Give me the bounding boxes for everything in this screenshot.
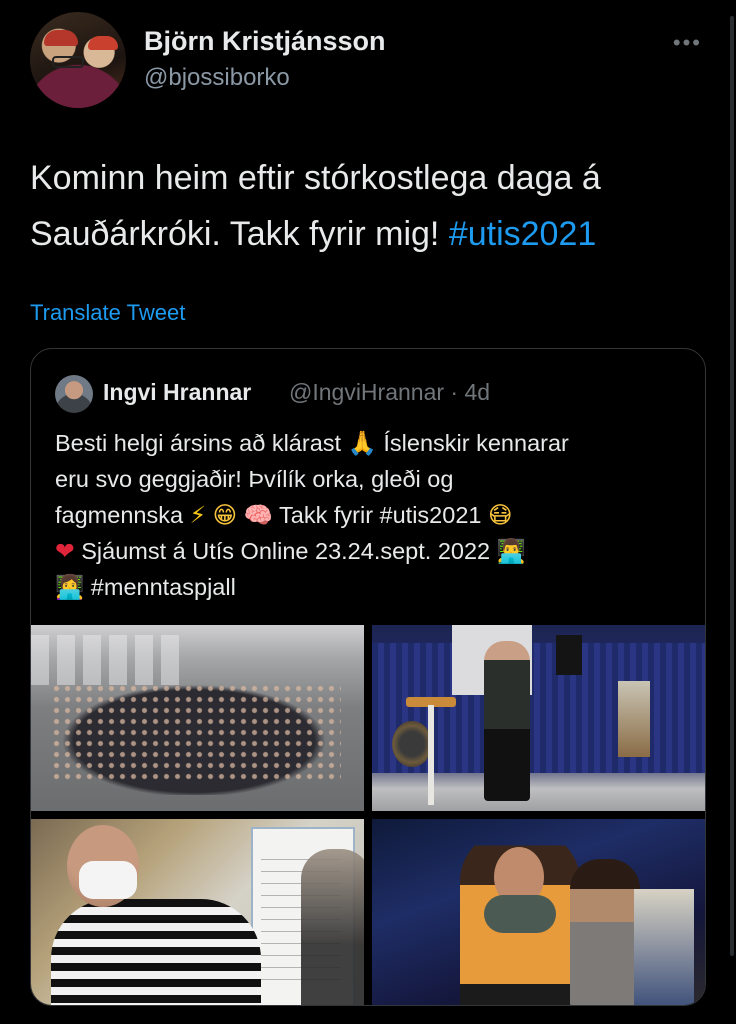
quoted-tweet-text: Besti helgi ársins að klárast 🙏 Íslenski… [55,425,685,605]
scrollbar[interactable] [730,16,734,956]
author-avatar[interactable] [30,12,126,108]
photo-poster [634,889,694,1005]
quote-line4: Sjáumst á Utís Online 23.24.sept. 2022 [81,538,491,564]
avatar-hat-left [44,30,78,46]
photo-loudspeaker [556,635,582,675]
woman-technologist-icon: 👩‍💻 [55,574,85,600]
photo-striped-shirt [51,899,261,1005]
quoted-author-avatar [55,375,93,413]
tweet-detail: Björn Kristjánsson @bjossiborko ••• Komi… [0,0,736,1024]
hashtag-link[interactable]: #utis2021 [449,215,596,253]
author-handle[interactable]: @bjossiborko [144,64,290,92]
tweet-text: Kominn heim eftir stórkostlega daga á Sa… [30,150,710,262]
lightning-icon: ⚡ [189,502,207,528]
mask-face-icon: 😷 [488,502,513,528]
quoted-author-name: Ingvi Hrannar [103,379,252,405]
quoted-author-handle-time: @IngviHrannar · 4d [289,379,491,405]
quote-line3b: Takk fyrir #utis2021 [279,502,482,528]
quoted-tweet-card[interactable]: Ingvi Hrannar @IngviHrannar · 4d Besti h… [30,348,706,1006]
photo-group-crowd[interactable] [31,625,364,811]
photo-face-mask [79,861,137,899]
brain-icon: 🧠 [243,502,273,528]
avatar-glasses [52,56,84,68]
quote-line1b: Íslenskir kennarar [383,430,569,456]
photo-woman-background [570,859,640,1005]
photo-speaker [484,641,530,801]
photo-banner [618,681,650,757]
quote-line1: Besti helgi ársins að klárast [55,430,342,456]
photo-speaker-stage[interactable] [372,625,705,811]
grinning-face-icon: 😁 [212,502,238,528]
praying-hands-icon: 🙏 [347,430,377,456]
avatar-hat-right [88,36,118,50]
photo-women-talking[interactable] [372,819,705,1005]
photo-scarf [484,895,556,933]
quote-line2: eru svo geggjaðir! Þvílík orka, gleði og [55,466,454,492]
quote-line3a: fagmennska [55,502,184,528]
translate-tweet-link[interactable]: Translate Tweet [30,300,185,326]
man-technologist-icon: 👨‍💻 [496,538,526,564]
photo-gong [392,721,432,767]
quote-line5: #menntaspjall [90,574,236,600]
heart-icon: ❤ [55,538,75,564]
author-display-name[interactable]: Björn Kristjánsson [144,26,386,57]
photo-blurred-person [301,849,364,1005]
photo-lectern [428,705,434,805]
photo-teacher-whiteboard[interactable] [31,819,364,1005]
photo-crowd-faces [51,683,341,783]
more-options-icon[interactable]: ••• [673,30,702,56]
